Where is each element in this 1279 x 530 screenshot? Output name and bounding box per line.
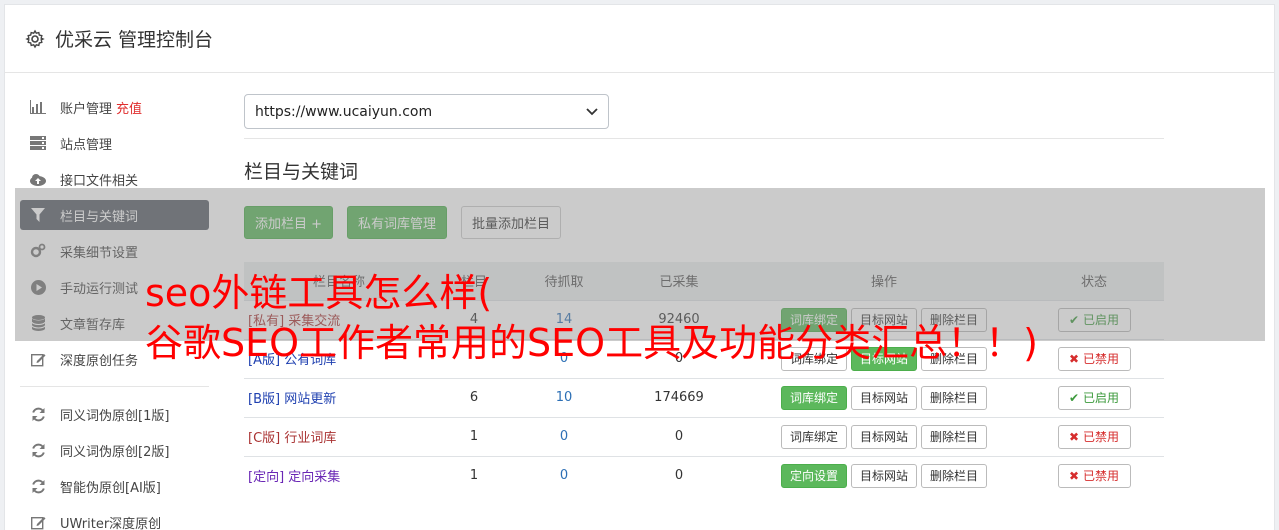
table-row: [C版] 行业词库 1 0 0 词库绑定 目标网站 删除栏目 ✖ 已禁用 — [244, 416, 1164, 456]
sidebar-item-ai-rewrite[interactable]: 智能伪原创[AI版] — [20, 471, 209, 501]
chevron-down-icon — [586, 107, 598, 115]
sidebar-item-label: 账户管理 — [60, 101, 113, 117]
sidebar-item-label: 同义词伪原创[2版] — [60, 444, 170, 460]
bind-lib-button[interactable]: 词库绑定 — [780, 424, 847, 449]
bar-chart-icon — [30, 99, 46, 115]
column-name[interactable]: 网站更新 — [284, 392, 336, 407]
delete-column-button[interactable]: 删除栏目 — [921, 424, 988, 449]
status-badge[interactable]: ✖ 已禁用 — [1057, 463, 1131, 488]
edit-icon — [30, 351, 46, 367]
status-badge[interactable]: ✖ 已禁用 — [1057, 424, 1131, 449]
overlay-line-1: seo外链工具怎么样( — [145, 271, 493, 315]
pending-count[interactable]: 0 — [514, 455, 614, 495]
server-icon — [30, 135, 46, 151]
overlay-line-2: 谷歌SEO工作者常用的SEO工具及功能分类汇总！！) — [145, 321, 1038, 365]
status-label: 已启用 — [1082, 391, 1119, 405]
column-count: 1 — [434, 416, 514, 456]
sidebar-item-sites[interactable]: 站点管理 — [20, 128, 209, 158]
refresh-icon — [30, 442, 46, 458]
target-site-button[interactable]: 目标网站 — [850, 385, 917, 410]
cloud-upload-icon — [30, 171, 46, 187]
column-tag: [B版] — [248, 392, 281, 407]
column-count: 6 — [434, 377, 514, 417]
column-tag: [定向] — [248, 470, 285, 486]
check-icon: ✔ — [1069, 390, 1080, 405]
refresh-icon — [30, 478, 46, 494]
collected-count: 0 — [614, 416, 744, 456]
refresh-icon — [30, 406, 46, 422]
divider — [244, 138, 1164, 139]
sidebar-item-label: 智能伪原创[AI版] — [60, 480, 161, 496]
sidebar-item-label: 同义词伪原创[1版] — [60, 408, 170, 424]
column-count: 1 — [434, 455, 514, 495]
recharge-link[interactable]: 充值 — [116, 98, 142, 117]
status-label: 已禁用 — [1082, 352, 1119, 366]
collected-count: 0 — [614, 455, 744, 495]
sidebar-item-label: 深度原创任务 — [60, 353, 139, 369]
bind-lib-button[interactable]: 词库绑定 — [780, 385, 847, 410]
table-row: [B版] 网站更新 6 10 174669 词库绑定 目标网站 删除栏目 ✔ 已启用 — [244, 377, 1164, 417]
overlay-caption: seo外链工具怎么样( 谷歌SEO工作者常用的SEO工具及功能分类汇总！！) — [145, 268, 1038, 368]
section-title: 栏目与关键词 — [244, 161, 359, 183]
sidebar-item-uwriter[interactable]: UWriter深度原创 — [20, 507, 209, 530]
close-icon: ✖ — [1069, 351, 1080, 366]
site-select[interactable]: https://www.ucaiyun.com — [244, 94, 609, 129]
sidebar-item-label: 接口文件相关 — [60, 173, 139, 189]
edit-icon — [30, 514, 46, 530]
sidebar-divider — [20, 386, 209, 387]
status-badge[interactable]: ✖ 已禁用 — [1057, 346, 1131, 371]
target-site-button[interactable]: 目标网站 — [850, 424, 917, 449]
console-header: 优采云 管理控制台 — [5, 5, 1274, 73]
close-icon: ✖ — [1069, 429, 1080, 444]
status-badge[interactable]: ✔ 已启用 — [1057, 385, 1131, 410]
pending-count[interactable]: 0 — [514, 416, 614, 456]
status-label: 已禁用 — [1082, 430, 1119, 444]
column-name[interactable]: 行业词库 — [284, 431, 336, 446]
sidebar-item-label: UWriter深度原创 — [60, 516, 162, 530]
sidebar-item-synonym-v1[interactable]: 同义词伪原创[1版] — [20, 399, 209, 429]
target-settings-button[interactable]: 定向设置 — [780, 463, 847, 488]
target-site-button[interactable]: 目标网站 — [850, 463, 917, 488]
site-select-value: https://www.ucaiyun.com — [255, 103, 433, 120]
delete-column-button[interactable]: 删除栏目 — [921, 463, 988, 488]
sidebar-item-account[interactable]: 账户管理 充值 — [20, 92, 209, 122]
table-row: [定向] 定向采集 1 0 0 定向设置 目标网站 删除栏目 ✖ 已禁用 — [244, 455, 1164, 495]
status-label: 已禁用 — [1082, 469, 1119, 484]
column-tag: [C版] — [248, 431, 281, 446]
gear-icon — [25, 29, 45, 48]
delete-column-button[interactable]: 删除栏目 — [921, 385, 988, 410]
close-icon: ✖ — [1069, 468, 1080, 483]
console-title: 优采云 管理控制台 — [55, 29, 214, 51]
column-name[interactable]: 定向采集 — [288, 470, 340, 485]
pending-count[interactable]: 10 — [514, 377, 614, 417]
sidebar-item-synonym-v2[interactable]: 同义词伪原创[2版] — [20, 435, 209, 465]
collected-count: 174669 — [614, 377, 744, 417]
sidebar-item-label: 站点管理 — [60, 137, 113, 153]
